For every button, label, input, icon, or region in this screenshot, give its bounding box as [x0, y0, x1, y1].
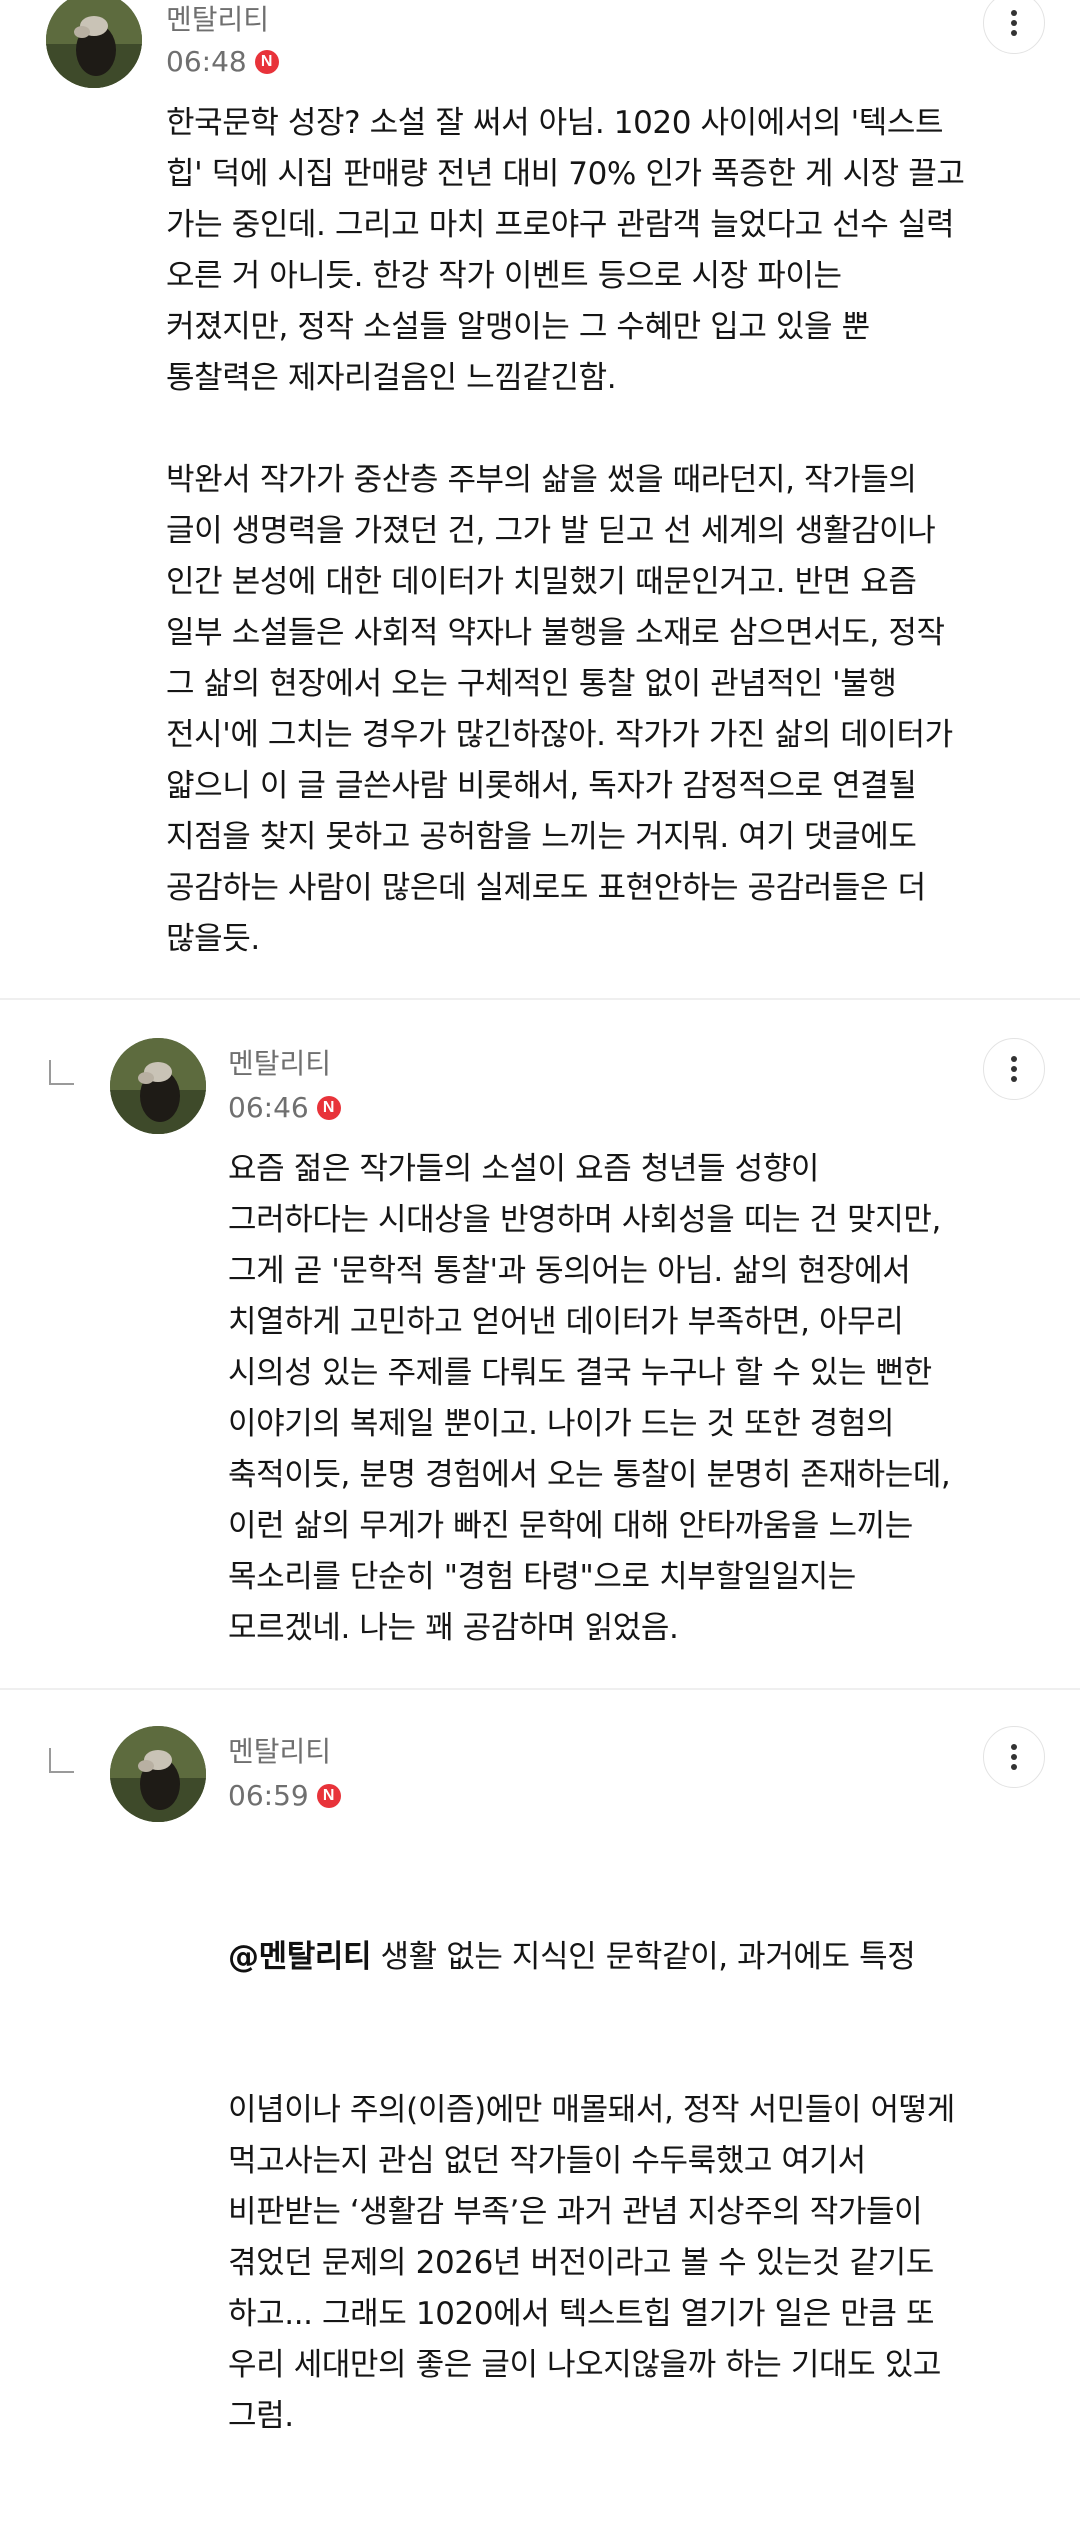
author-name[interactable]: 멘탈리티 [228, 1734, 331, 1770]
comment-line: 축적이듯, 분명 경험에서 오는 통찰이 분명히 존재하는데, [228, 1457, 951, 1493]
comment-line: 통찰력은 제자리걸음인 느낌같긴함. [166, 360, 617, 396]
comment-line: 치열하게 고민하고 얻어낸 데이터가 부족하면, 아무리 [228, 1304, 904, 1340]
comment-time: 06:46 N [228, 1090, 341, 1126]
avatar[interactable] [110, 1038, 206, 1134]
reply-comment: 멘탈리티 06:59 N @멘탈리티 생활 없는 지식인 문학같이, 과거에도 … [0, 1690, 1080, 2434]
more-vertical-icon [1011, 1056, 1017, 1082]
more-vertical-icon [1011, 1744, 1017, 1770]
comment-lines: 이념이나 주의(이즘)에만 매몰돼서, 정작 서민들이 어떻게먹고사는지 관심 … [228, 2085, 955, 2442]
comment-time: 06:59 N [228, 1778, 341, 1814]
reply-arrow-icon [48, 1060, 74, 1086]
first-line-text: 생활 없는 지식인 문학같이, 과거에도 특정 [371, 1939, 916, 1975]
comment-line: 일부 소설들은 사회적 약자나 불행을 소재로 삼으면서도, 정작 [166, 615, 945, 651]
comment-line: 지점을 찾지 못하고 공허함을 느끼는 거지뭐. 여기 댓글에도 [166, 819, 917, 855]
comment-line: 오른 거 아니듯. 한강 작가 이벤트 등으로 시장 파이는 [166, 258, 842, 294]
more-vertical-icon [1011, 10, 1017, 36]
more-options-button[interactable] [983, 0, 1045, 54]
comment-line: 우리 세대만의 좋은 글이 나오지않을까 하는 기대도 있고 [228, 2347, 941, 2383]
avatar[interactable] [46, 0, 142, 88]
comment-line: 전시'에 그치는 경우가 많긴하잖아. 작가가 가진 삶의 데이터가 [166, 717, 953, 753]
new-badge: N [316, 1784, 341, 1808]
avatar-image [110, 1038, 206, 1134]
comment-line: 그게 곧 '문학적 통찰'과 동의어는 아님. 삶의 현장에서 [228, 1253, 911, 1289]
comment-body: 한국문학 성장? 소설 잘 써서 아님. 1020 사이에서의 '텍스트힙' 덕… [166, 98, 965, 965]
comment-line: 많을듯. [166, 921, 260, 957]
comment-line: 목소리를 단순히 "경험 타령"으로 치부할일일지는 [228, 1559, 856, 1595]
more-options-button[interactable] [983, 1726, 1045, 1788]
comment-line: 요즘 젊은 작가들의 소설이 요즘 청년들 성향이 [228, 1151, 820, 1187]
comment-line: 그러하다는 시대상을 반영하며 사회성을 띠는 건 맞지만, [228, 1202, 941, 1238]
avatar[interactable] [110, 1726, 206, 1822]
new-badge: N [316, 1096, 341, 1120]
new-badge: N [254, 50, 279, 74]
time-text: 06:46 [228, 1091, 309, 1124]
comment-line: 커졌지만, 정작 소설들 알맹이는 그 수혜만 입고 있을 뿐 [166, 309, 870, 345]
reply-comment: 멘탈리티 06:46 N 요즘 젊은 작가들의 소설이 요즘 청년들 성향이그러… [0, 1000, 1080, 1690]
more-options-button[interactable] [983, 1038, 1045, 1100]
comment-first-line: @멘탈리티 생활 없는 지식인 문학같이, 과거에도 특정 [228, 1932, 955, 1983]
time-text: 06:59 [228, 1779, 309, 1812]
comment-line: 인간 본성에 대한 데이터가 치밀했기 때문인거고. 반면 요즘 [166, 564, 917, 600]
reply-arrow-icon [48, 1748, 74, 1774]
comment-line: 힙' 덕에 시집 판매량 전년 대비 70% 인가 폭증한 게 시장 끌고 [166, 156, 965, 192]
comment-line: 이야기의 복제일 뿐이고. 나이가 드는 것 또한 경험의 [228, 1406, 895, 1442]
comment-line: 얇으니 이 글 글쓴사람 비롯해서, 독자가 감정적으로 연결될 [166, 768, 917, 804]
comment-line: 이런 삶의 무게가 빠진 문학에 대해 안타까움을 느끼는 [228, 1508, 913, 1544]
comment-time: 06:48 N [166, 44, 279, 80]
comment-body: 요즘 젊은 작가들의 소설이 요즘 청년들 성향이그러하다는 시대상을 반영하며… [228, 1144, 951, 1654]
comment-line: 글이 생명력을 가졌던 건, 그가 발 딛고 선 세계의 생활감이나 [166, 513, 936, 549]
comment-line: 이념이나 주의(이즘)에만 매몰돼서, 정작 서민들이 어떻게 [228, 2092, 955, 2128]
comment-line: 그 삶의 현장에서 오는 구체적인 통찰 없이 관념적인 '불행 [166, 666, 897, 702]
comment-line: 모르겠네. 나는 꽤 공감하며 읽었음. [228, 1610, 679, 1646]
comment-line: 먹고사는지 관심 없던 작가들이 수두룩했고 여기서 [228, 2143, 866, 2179]
comment-line: 공감하는 사람이 많은데 실제로도 표현안하는 공감러들은 더 [166, 870, 926, 906]
comment: 멘탈리티 06:48 N 한국문학 성장? 소설 잘 써서 아님. 1020 사… [0, 0, 1080, 1000]
author-name[interactable]: 멘탈리티 [166, 2, 269, 38]
comment-line: 하고... 그래도 1020에서 텍스트힙 열기가 일은 만큼 또 [228, 2296, 935, 2332]
comment-line: 가는 중인데. 그리고 마치 프로야구 관람객 늘었다고 선수 실력 [166, 207, 955, 243]
comment-body: @멘탈리티 생활 없는 지식인 문학같이, 과거에도 특정 이념이나 주의(이즘… [228, 1830, 955, 2544]
comment-line: 비판받는 ‘생활감 부족’은 과거 관념 지상주의 작가들이 [228, 2194, 923, 2230]
comment-line [166, 404, 964, 455]
avatar-image [46, 0, 142, 88]
avatar-image [110, 1726, 206, 1822]
author-name[interactable]: 멘탈리티 [228, 1046, 331, 1082]
comment-line: 한국문학 성장? 소설 잘 써서 아님. 1020 사이에서의 '텍스트 [166, 105, 944, 141]
mention-link[interactable]: @멘탈리티 [228, 1939, 371, 1975]
comment-line: 겪었던 문제의 2026년 버전이라고 볼 수 있는것 같기도 [228, 2245, 934, 2281]
time-text: 06:48 [166, 45, 247, 78]
comment-line: 그럼. [228, 2398, 294, 2434]
comment-line: 박완서 작가가 중산층 주부의 삶을 썼을 때라던지, 작가들의 [166, 462, 917, 498]
comment-line: 시의성 있는 주제를 다뤄도 결국 누구나 할 수 있는 뻔한 [228, 1355, 932, 1391]
